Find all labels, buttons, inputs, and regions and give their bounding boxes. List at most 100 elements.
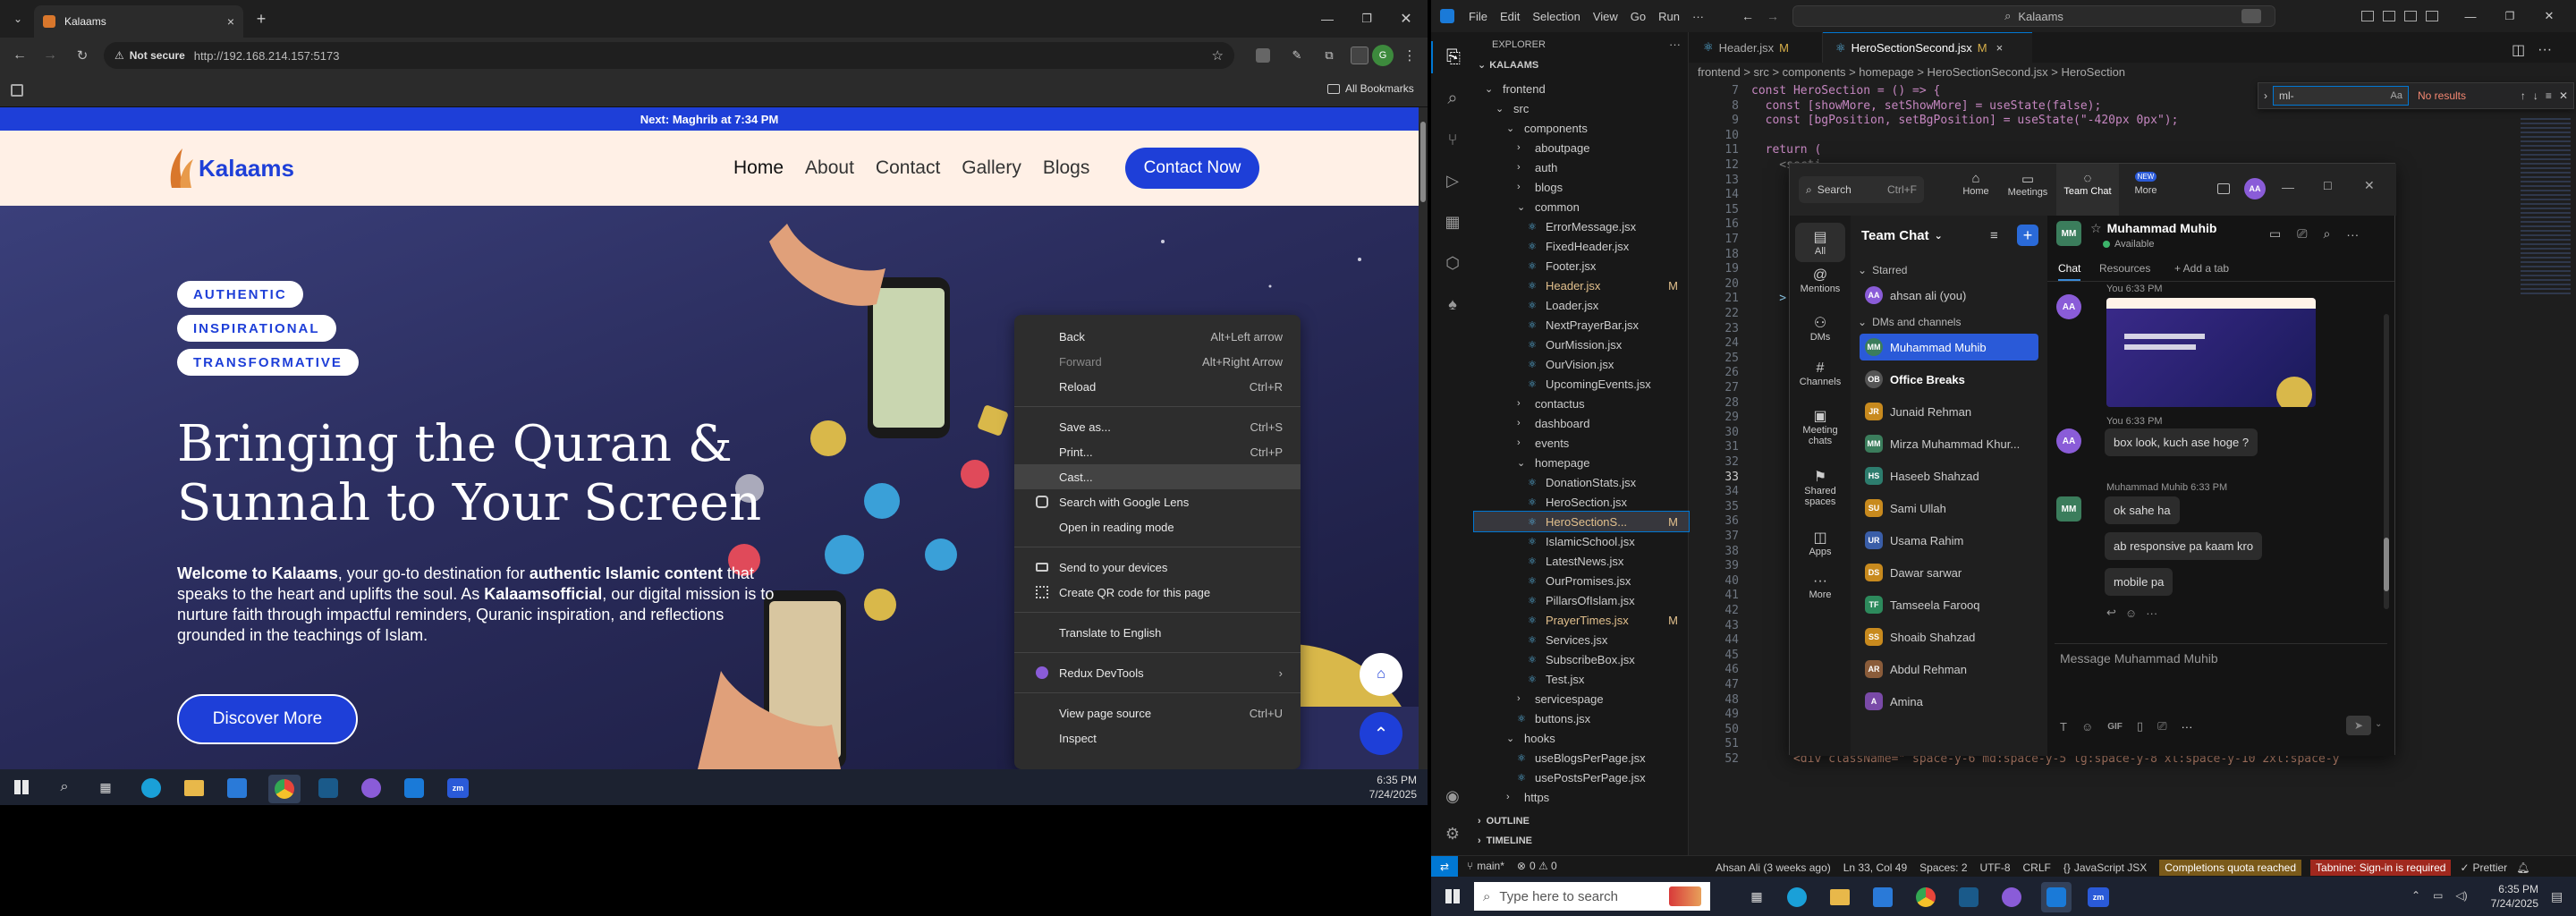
tree-item[interactable]: ⚛ buttons.jsx [1474, 708, 1689, 728]
new-chat-icon[interactable]: + [2017, 225, 2038, 246]
git-branch[interactable]: main* [1477, 860, 1504, 872]
reply-icon[interactable]: ↩ [2106, 606, 2116, 620]
editor-more-icon[interactable]: ··· [2538, 42, 2552, 58]
calendar-icon[interactable] [2217, 183, 2230, 194]
window-close-icon[interactable]: ✕ [1395, 9, 1417, 29]
remote-indicator-icon[interactable]: ⇄ [1431, 856, 1458, 877]
network-icon[interactable]: ▭ [2433, 889, 2443, 902]
nav-home[interactable]: Home [733, 157, 784, 179]
tree-item[interactable]: ⚛ Loader.jsx [1474, 295, 1689, 315]
store-icon[interactable] [227, 778, 247, 798]
tree-item[interactable]: › blogs [1474, 177, 1689, 197]
forward-icon[interactable]: → [39, 45, 61, 66]
tab-close-icon[interactable]: × [1996, 41, 2004, 55]
tree-item[interactable]: › aboutpage [1474, 138, 1689, 157]
store-icon[interactable] [1873, 887, 1893, 907]
tree-item[interactable]: › events [1474, 433, 1689, 453]
taskbar-search-box[interactable]: ⌕ Type here to search [1474, 882, 1710, 911]
tabnine-status[interactable]: Tabnine: Sign-in is required [2310, 860, 2452, 876]
tree-item[interactable]: ⚛ OurPromises.jsx [1474, 571, 1689, 590]
top-more[interactable]: NEW More [2126, 171, 2165, 196]
menu-qr-code[interactable]: Create QR code for this page [1014, 580, 1301, 605]
find-in-selection-icon[interactable]: ≡ [2546, 89, 2552, 102]
dms-channels-header[interactable]: ⌄ DMs and channels [1858, 316, 1961, 328]
vscode-minimize-icon[interactable]: — [2462, 7, 2479, 25]
menu-more[interactable]: ··· [1692, 10, 1704, 23]
explorer-more-icon[interactable]: ··· [1669, 38, 1681, 51]
rail-dms[interactable]: ⚇ DMs [1790, 314, 1851, 343]
vscode-close-icon[interactable]: ✕ [2540, 7, 2558, 25]
project-header[interactable]: ⌄ KALAAMS [1478, 59, 1538, 72]
layout-panel-icon[interactable] [2383, 11, 2395, 21]
chat-header-name[interactable]: ☆ Muhammad Muhib [2090, 221, 2216, 236]
rail-mentions[interactable]: @ Mentions [1790, 267, 1851, 294]
menu-view[interactable]: View [1593, 10, 1618, 23]
rail-channels[interactable]: # Channels [1790, 360, 1851, 387]
nav-about[interactable]: About [805, 157, 854, 179]
tray-chevron-icon[interactable]: ⌃ [2411, 889, 2420, 902]
copilot-icon[interactable] [2241, 9, 2261, 23]
profile-avatar[interactable]: G [1372, 45, 1394, 66]
teamchat-close-icon[interactable]: ✕ [2364, 178, 2375, 193]
tree-item[interactable]: ⚛ SubscribeBox.jsx [1474, 649, 1689, 669]
tree-item[interactable]: ⚛ UpcomingEvents.jsx [1474, 374, 1689, 394]
contact-item[interactable]: DS Dawar sarwar [1860, 559, 2038, 586]
contact-item[interactable]: UR Usama Rahim [1860, 527, 2038, 554]
tree-item[interactable]: ⌄ hooks [1474, 728, 1689, 748]
message-input[interactable]: Message Muhammad Muhib [2060, 651, 2218, 666]
emoji-react-icon[interactable]: ☺ [2125, 606, 2137, 620]
format-text-icon[interactable]: T [2060, 720, 2067, 734]
chat-tab-chat[interactable]: Chat [2058, 262, 2081, 281]
notifications-icon[interactable]: ▤ [2551, 889, 2563, 904]
extensions-puzzle-icon[interactable]: ⧉ [1320, 47, 1338, 64]
github-icon[interactable] [361, 778, 381, 798]
tree-item[interactable]: ⚛ HeroSectionS... M [1473, 511, 1690, 532]
tree-item[interactable]: ⚛ LatestNews.jsx [1474, 551, 1689, 571]
gif-icon[interactable]: GIF [2107, 722, 2123, 732]
taskbar-left-clock[interactable]: 6:35 PM 7/24/2025 [1342, 773, 1417, 802]
tree-item[interactable]: ⚛ OurVision.jsx [1474, 354, 1689, 374]
tab-search-icon[interactable]: ⌄ [7, 9, 29, 29]
split-editor-icon[interactable]: ◫ [2512, 41, 2525, 59]
line-ending[interactable]: CRLF [2023, 861, 2051, 874]
nav-blogs[interactable]: Blogs [1043, 157, 1090, 179]
contact-item[interactable]: AR Abdul Rehman [1860, 656, 2038, 683]
my-avatar[interactable]: AA [2244, 178, 2266, 199]
message-bubble[interactable]: mobile pa [2105, 568, 2174, 596]
prev-match-icon[interactable]: ↑ [2521, 89, 2526, 102]
teamchat-search[interactable]: ⌕ Search Ctrl+F [1799, 176, 1924, 203]
message-more-icon[interactable]: ··· [2146, 606, 2157, 620]
tree-item[interactable]: ⚛ FixedHeader.jsx [1474, 236, 1689, 256]
contact-item[interactable]: MM Muhammad Muhib [1860, 334, 2038, 360]
tree-item[interactable]: ⚛ useBlogsPerPage.jsx [1474, 748, 1689, 768]
menu-back[interactable]: Back Alt+Left arrow [1014, 324, 1301, 349]
vscode-maximize-icon[interactable]: ❐ [2501, 7, 2519, 25]
zoom-icon[interactable]: zm [447, 778, 469, 798]
site-logo[interactable]: Kalaams [165, 145, 294, 191]
tree-item[interactable]: ⚛ Footer.jsx [1474, 256, 1689, 276]
rail-shared-spaces[interactable]: ⚑ Shared spaces [1790, 468, 1851, 507]
app-icon[interactable] [1959, 887, 1979, 907]
compose-more-icon[interactable]: ··· [2181, 720, 2192, 734]
top-team-chat[interactable]: ◌ Team Chat [2056, 164, 2119, 216]
chat-tab-resources[interactable]: Resources [2099, 262, 2150, 275]
menu-send-devices[interactable]: Send to your devices [1014, 555, 1301, 580]
tree-item[interactable]: ⚛ HeroSection.jsx [1474, 492, 1689, 512]
tab-close-icon[interactable]: × [227, 14, 234, 29]
menu-reload[interactable]: Reload Ctrl+R [1014, 374, 1301, 399]
tree-item[interactable]: ⚛ ErrorMessage.jsx [1474, 216, 1689, 236]
rail-apps[interactable]: ◫ Apps [1790, 529, 1851, 557]
bookmark-star-icon[interactable]: ☆ [1212, 47, 1224, 64]
tree-item[interactable]: ⌄ components [1474, 118, 1689, 138]
explorer-icon[interactable]: ⎘ [1431, 41, 1474, 73]
chat-item-me[interactable]: AA ahsan ali (you) [1860, 282, 2038, 309]
tree-item[interactable]: ⚛ Services.jsx [1474, 630, 1689, 649]
search-view-icon[interactable]: ⌕ [1431, 82, 1474, 114]
url-bar[interactable]: ⚠ Not secure http://192.168.214.157:5173… [104, 42, 1234, 69]
back-icon[interactable]: ← [9, 45, 30, 66]
taskbar-chrome-active[interactable] [268, 775, 301, 803]
chat-scrollbar-thumb[interactable] [2384, 538, 2389, 591]
send-options-icon[interactable]: ⌄ [2375, 719, 2382, 729]
screenshot-icon[interactable]: ⎚ [2157, 719, 2166, 734]
layout-custom-icon[interactable] [2426, 11, 2438, 21]
